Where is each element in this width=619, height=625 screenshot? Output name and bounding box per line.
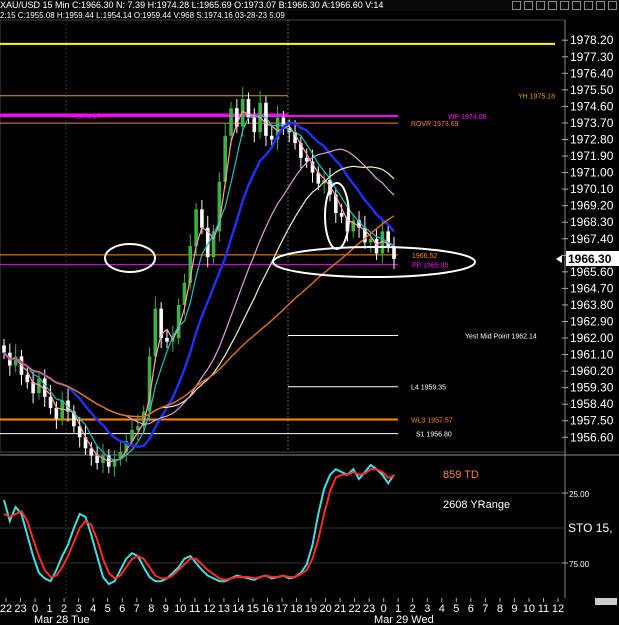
- td-annotation: 859 TD: [443, 469, 479, 481]
- candle-body: [42, 378, 47, 397]
- price-tick-label: 1961.10: [570, 348, 614, 362]
- time-tick-label: 9: [511, 603, 517, 615]
- candle-body: [54, 407, 59, 419]
- level-label: L4 1959.35: [411, 385, 446, 392]
- time-tick-label: 16: [261, 603, 273, 615]
- price-tick-label: 1967.40: [570, 232, 614, 246]
- annotation-ellipse: [104, 243, 156, 273]
- last-price-label: 1966.30: [568, 252, 612, 266]
- level-label: 1974.16: [75, 113, 100, 120]
- candle-body: [165, 338, 169, 342]
- price-tick-label: 1965.60: [570, 265, 614, 279]
- time-tick-label: 14: [232, 603, 244, 615]
- level-label: ROVR 1973.69: [411, 121, 459, 128]
- ma-fast-line: [3, 110, 395, 463]
- candle-body: [25, 374, 30, 383]
- price-tick-label: 1974.60: [570, 99, 614, 113]
- scrollbar-thumb[interactable]: [595, 598, 617, 605]
- price-tick-label: 1969.20: [570, 199, 614, 213]
- time-tick-label: 10: [523, 603, 535, 615]
- price-tick-label: 1971.00: [570, 166, 614, 180]
- chart-stage: XAU/USD 15 Min C:1966.30 N: 7.39 H:1974.…: [0, 0, 619, 625]
- candle-body: [176, 304, 181, 339]
- price-tick-label: 1959.30: [570, 381, 614, 395]
- candle-body: [269, 135, 274, 140]
- time-tick-label: 12: [203, 603, 215, 615]
- time-tick-label: 6: [119, 603, 125, 615]
- price-tick-label: 1958.40: [570, 397, 614, 411]
- time-tick-label: 17: [276, 603, 288, 615]
- time-tick-label: 6: [468, 603, 474, 615]
- sto-tick-label: 25.00: [569, 490, 590, 499]
- candle-body: [229, 108, 233, 136]
- candle-body: [153, 308, 158, 357]
- price-tick-label: 1975.50: [570, 83, 614, 97]
- time-tick-label: 20: [319, 603, 331, 615]
- last-price-arrow-icon: [556, 254, 562, 263]
- price-tick-label: 1970.10: [570, 182, 614, 196]
- price-tick-label: 1960.20: [570, 364, 614, 378]
- time-tick-label: 8: [148, 603, 154, 615]
- price-tick-label: 1977.30: [570, 50, 614, 64]
- time-tick-label: 22: [349, 603, 361, 615]
- time-tick-label: 5: [453, 603, 459, 615]
- time-tick-label: 18: [290, 603, 302, 615]
- price-chart[interactable]: 1978.20 1977.30 1976.40 1975.50 1974.60 1973.…: [0, 0, 619, 625]
- price-tick-label: 1964.70: [570, 281, 614, 295]
- price-tick-label: 1968.30: [570, 215, 614, 229]
- candle-body: [2, 345, 6, 353]
- time-tick-label: 8: [497, 603, 503, 615]
- yrange-annotation: 2608 YRange: [443, 499, 510, 511]
- sto-tick-label: 75.00: [569, 560, 590, 569]
- time-tick-label: 15: [247, 603, 259, 615]
- candle-body: [339, 213, 344, 217]
- time-tick-label: 7: [482, 603, 488, 615]
- date-label: Mar 28 Tue: [34, 614, 90, 625]
- level-label: WL3 1957.57: [411, 417, 453, 424]
- time-tick-label: 22: [0, 603, 12, 615]
- time-tick-label: 4: [90, 603, 96, 615]
- price-tick-label: 1971.90: [570, 149, 614, 163]
- candle-body: [200, 209, 204, 228]
- time-tick-label: 19: [305, 603, 317, 615]
- time-tick-label: 11: [538, 603, 549, 615]
- price-tick-label: 1956.60: [570, 430, 614, 444]
- sto-label: STO 15,: [568, 521, 612, 535]
- price-tick-label: 1957.50: [570, 414, 614, 428]
- time-tick-label: 10: [174, 603, 186, 615]
- price-tick-label: 1963.80: [570, 298, 614, 312]
- time-tick-label: 13: [218, 603, 230, 615]
- price-tick-label: 1972.80: [570, 132, 614, 146]
- price-tick-label: 1978.20: [570, 33, 614, 47]
- level-label: PP 1965.99: [412, 263, 449, 270]
- price-panel-frame: [0, 19, 566, 453]
- price-tick-label: 1973.70: [570, 116, 614, 130]
- time-tick-label: 12: [552, 603, 564, 615]
- time-tick-label: 9: [163, 603, 169, 615]
- time-tick-label: 7: [134, 603, 140, 615]
- candle-body: [368, 238, 373, 243]
- level-label: 1966.52: [412, 253, 437, 260]
- time-tick-label: 5: [105, 603, 111, 615]
- time-tick-label: 11: [189, 603, 200, 615]
- date-label: Mar 29 Wed: [374, 614, 434, 625]
- time-tick-label: 4: [439, 603, 445, 615]
- level-label: WP 1974.08: [448, 114, 487, 121]
- price-tick-label: 1976.40: [570, 66, 614, 80]
- level-label: S1 1956.80: [416, 432, 452, 439]
- price-tick-label: 1962.90: [570, 314, 614, 328]
- time-tick-label: 21: [334, 603, 346, 615]
- level-label: YH 1975.18: [518, 94, 555, 101]
- level-label: Yest Mid Point 1962.14: [465, 333, 537, 340]
- price-tick-label: 1962.00: [570, 331, 614, 345]
- time-tick-label: 23: [14, 603, 26, 615]
- candle-body: [252, 117, 257, 133]
